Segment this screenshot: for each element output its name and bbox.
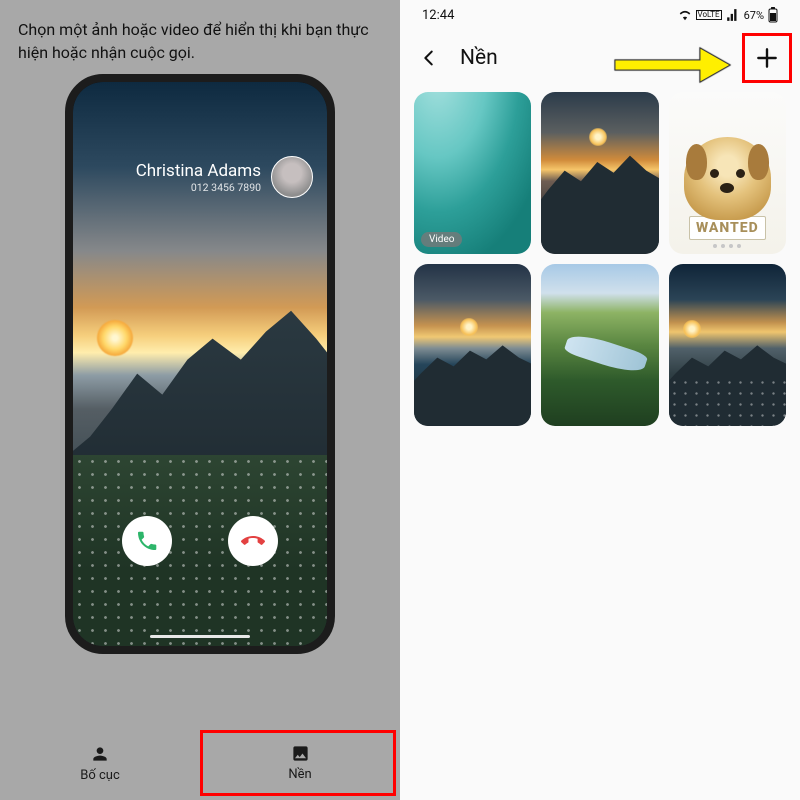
background-grid: Video WANTED	[400, 86, 800, 800]
thumb-sun	[589, 128, 607, 146]
image-icon	[291, 744, 310, 763]
bg-thumb-sunset-flowers[interactable]	[669, 264, 786, 426]
pager-dots	[713, 244, 741, 248]
instruction-text: Chọn một ảnh hoặc video để hiển thị khi …	[0, 0, 400, 74]
accept-call-button[interactable]	[122, 516, 172, 566]
caller-panel: Christina Adams 012 3456 7890	[73, 156, 327, 198]
bg-thumb-mountain-lake[interactable]	[414, 264, 531, 426]
decline-call-button[interactable]	[228, 516, 278, 566]
title-bar: Nền	[400, 30, 800, 86]
person-icon	[90, 744, 110, 764]
status-time: 12:44	[422, 8, 454, 23]
wifi-icon	[678, 8, 692, 22]
video-badge: Video	[421, 232, 462, 247]
phone-preview: Christina Adams 012 3456 7890	[65, 74, 335, 654]
battery-text: 67%	[744, 9, 764, 22]
add-background-button[interactable]	[746, 37, 788, 79]
phone-accept-icon	[135, 529, 159, 553]
thumb-sun	[460, 318, 478, 336]
status-bar: 12:44 VoLTE 67%	[400, 0, 800, 30]
thumb-rocks	[541, 147, 658, 254]
caller-number: 012 3456 7890	[136, 181, 261, 194]
tab-background-label: Nền	[288, 767, 311, 782]
home-indicator[interactable]	[150, 635, 250, 638]
chevron-left-icon	[418, 47, 440, 69]
tab-layout-label: Bố cục	[80, 768, 120, 783]
caller-avatar	[271, 156, 313, 198]
thumb-mountain	[414, 338, 531, 425]
bg-thumb-dog-wanted[interactable]: WANTED	[669, 92, 786, 254]
bg-thumb-sunset-rocks[interactable]	[541, 92, 658, 254]
signal-icon	[726, 8, 740, 22]
tab-background[interactable]: Nền	[200, 726, 400, 800]
bg-thumb-gradient-teal[interactable]: Video	[414, 92, 531, 254]
phone-preview-wrap: Christina Adams 012 3456 7890	[0, 74, 400, 726]
tab-layout[interactable]: Bố cục	[0, 726, 200, 800]
phone-decline-icon	[241, 529, 265, 553]
bg-thumb-valley-river[interactable]	[541, 264, 658, 426]
lte-icon: VoLTE	[696, 10, 722, 20]
status-icons: VoLTE 67%	[678, 7, 778, 23]
screen-call-background-picker: Chọn một ảnh hoặc video để hiển thị khi …	[0, 0, 400, 800]
back-button[interactable]	[412, 41, 446, 75]
page-title: Nền	[460, 46, 498, 70]
thumb-river	[563, 329, 648, 376]
phone-screen: Christina Adams 012 3456 7890	[73, 82, 327, 646]
thumb-flowers	[669, 377, 786, 426]
caller-name: Christina Adams	[136, 161, 261, 181]
thumb-sun	[683, 320, 701, 338]
screen-background-gallery: 12:44 VoLTE 67% Nền Video	[400, 0, 800, 800]
dog-illustration	[684, 137, 770, 219]
bottom-tabs: Bố cục Nền	[0, 726, 400, 800]
plus-icon	[754, 45, 780, 71]
call-buttons	[73, 516, 327, 566]
battery-icon	[768, 7, 778, 23]
